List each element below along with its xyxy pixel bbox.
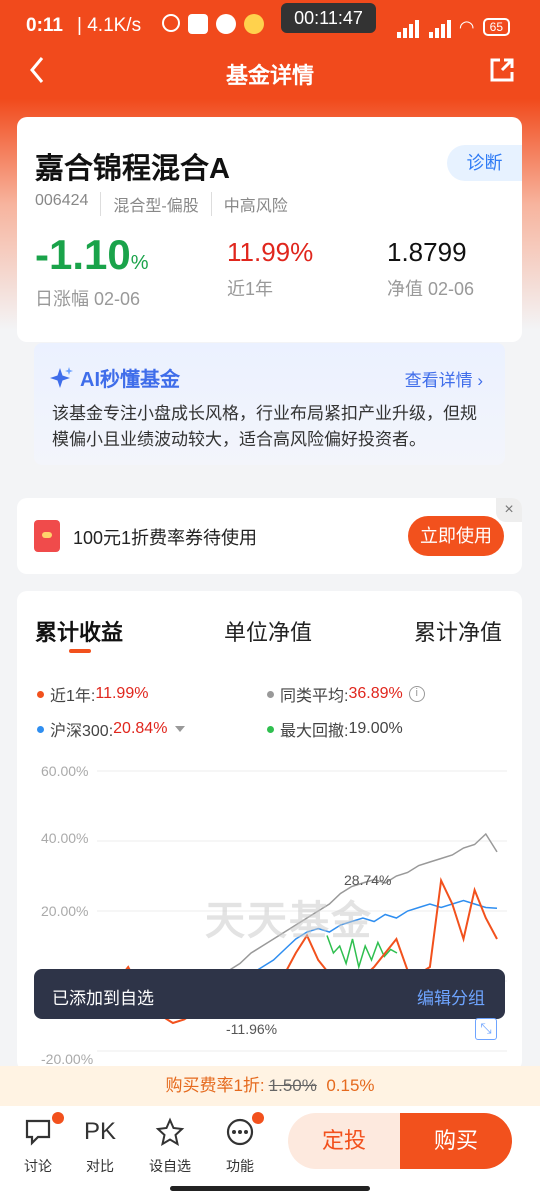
- year-return-label: 近1年: [227, 279, 274, 299]
- fee-label: 购买费率1折:: [165, 1076, 265, 1095]
- active-tab-indicator: [69, 649, 91, 653]
- buy-button[interactable]: 购买: [400, 1113, 512, 1169]
- ai-title: AI秒懂基金: [50, 363, 180, 392]
- tab-cumulative-return[interactable]: 累计收益: [35, 615, 123, 647]
- nav-label: 净值 02-06: [387, 279, 475, 299]
- year-return-metric: 11.99% 近1年: [227, 235, 313, 301]
- chart-tabs: 累计收益 单位净值 累计净值: [17, 615, 522, 655]
- toast-message: 已添加到自选: [52, 989, 154, 1008]
- status-time: 0:11: [26, 15, 63, 36]
- y-tick-label: 40.00%: [41, 830, 89, 846]
- tab-cumulative-nav[interactable]: 累计净值: [414, 615, 502, 647]
- status-app-icons: [162, 14, 264, 34]
- sparkle-icon: [50, 366, 73, 388]
- legend-dot: [267, 690, 274, 698]
- discuss-button[interactable]: 讨论: [8, 1112, 68, 1176]
- year-return-value: 11.99%: [227, 237, 314, 267]
- legend-year: 近1年: 11.99%: [37, 682, 148, 706]
- nav-bar: 基金详情: [0, 52, 540, 92]
- notification-badge: [252, 1112, 264, 1124]
- battery-icon: 65: [482, 18, 510, 36]
- edit-group-button[interactable]: 编辑分组: [417, 984, 485, 1009]
- fee-old: 1.50%: [268, 1076, 317, 1095]
- ai-more-link[interactable]: 查看详情 ›: [405, 366, 483, 391]
- add-watchlist-button[interactable]: 设自选: [140, 1116, 200, 1176]
- daily-change-value: -1.10: [35, 231, 131, 278]
- info-icon[interactable]: i: [408, 686, 425, 702]
- ai-summary-card[interactable]: AI秒懂基金 查看详情 › 该基金专注小盘成长风格，行业布局紧扣产业升级，但规模…: [34, 343, 505, 465]
- status-bar: 0:11 | 4.1K/s 00:11:47 ◠ 65: [0, 0, 540, 52]
- tab-unit-nav[interactable]: 单位净值: [224, 615, 312, 647]
- pk-icon: PK: [83, 1118, 116, 1145]
- legend-hs300[interactable]: 沪深300: 20.84%: [37, 717, 186, 741]
- alipay-icon: [188, 14, 208, 34]
- app-notification-icon: [244, 14, 264, 34]
- star-icon: [155, 1117, 185, 1147]
- compare-button[interactable]: PK 对比: [70, 1116, 130, 1176]
- chevron-down-icon[interactable]: [175, 726, 186, 732]
- signal-icon: [395, 16, 419, 38]
- legend-max-drawdown: 最大回撤: 19.00%: [267, 717, 403, 741]
- home-indicator: [170, 1186, 370, 1191]
- daily-change-label: 日涨幅 02-06: [35, 289, 141, 309]
- fund-code: 006424: [35, 192, 102, 216]
- coupon-text: 100元1折费率券待使用: [73, 528, 258, 548]
- nav-value: 1.8799: [387, 237, 467, 267]
- use-coupon-button[interactable]: 立即使用: [408, 516, 504, 556]
- coupon-card: 100元1折费率券待使用 立即使用 ×: [17, 498, 522, 574]
- fee-bar: 购买费率1折: 1.50% 0.15%: [0, 1066, 540, 1106]
- wifi-icon: ◠: [458, 16, 475, 37]
- fee-new: 0.15%: [326, 1076, 375, 1095]
- fund-summary-card: 嘉合锦程混合A 诊断 006424 混合型-偏股 中高风险 -1.10% 日涨幅…: [17, 117, 522, 342]
- fund-risk: 中高风险: [223, 198, 288, 215]
- max-annotation: 28.74%: [344, 872, 392, 888]
- y-tick-label: -20.00%: [41, 1051, 94, 1067]
- share-icon[interactable]: [488, 56, 516, 84]
- close-icon[interactable]: ×: [496, 498, 522, 522]
- call-timer: 00:11:47: [281, 3, 376, 33]
- expand-chart-icon[interactable]: ⤡: [475, 1018, 497, 1040]
- more-icon: [226, 1118, 254, 1146]
- min-annotation: -11.96%: [226, 1021, 278, 1037]
- legend-dot: [37, 690, 44, 698]
- notification-badge: [52, 1112, 64, 1124]
- chart-watermark: 天天基金: [205, 897, 373, 944]
- fund-type: 混合型-偏股: [113, 192, 212, 216]
- more-functions-button[interactable]: 功能: [210, 1112, 270, 1176]
- y-tick-label: 60.00%: [41, 763, 89, 779]
- legend-dot: [37, 725, 44, 733]
- status-speed: | 4.1K/s: [77, 15, 142, 36]
- chat-icon: [25, 1119, 51, 1146]
- mute-icon: [162, 14, 180, 32]
- signal2-icon: [427, 16, 451, 38]
- ai-summary-text: 该基金专注小盘成长风格，行业布局紧扣产业升级，但规模偏小且业绩波动较大，适合高风…: [52, 404, 477, 449]
- y-tick-label: 20.00%: [41, 903, 89, 919]
- red-packet-icon: [34, 520, 60, 552]
- avatar-icon: [216, 14, 236, 34]
- diagnose-button[interactable]: 诊断: [447, 145, 522, 181]
- status-right-icons: ◠ 65: [395, 16, 510, 38]
- daily-change-metric: -1.10% 日涨幅 02-06: [35, 231, 149, 310]
- fixed-investment-button[interactable]: 定投: [288, 1113, 400, 1169]
- fund-name: 嘉合锦程混合A: [35, 153, 230, 185]
- nav-metric: 1.8799 净值 02-06: [387, 235, 474, 301]
- legend-dot: [267, 725, 274, 733]
- legend-peer-average: 同类平均: 36.89% i: [267, 682, 425, 706]
- fund-tags: 006424 混合型-偏股 中高风险: [35, 192, 312, 216]
- page-title: 基金详情: [225, 63, 314, 88]
- toast-notification: 已添加到自选 编辑分组: [34, 969, 505, 1019]
